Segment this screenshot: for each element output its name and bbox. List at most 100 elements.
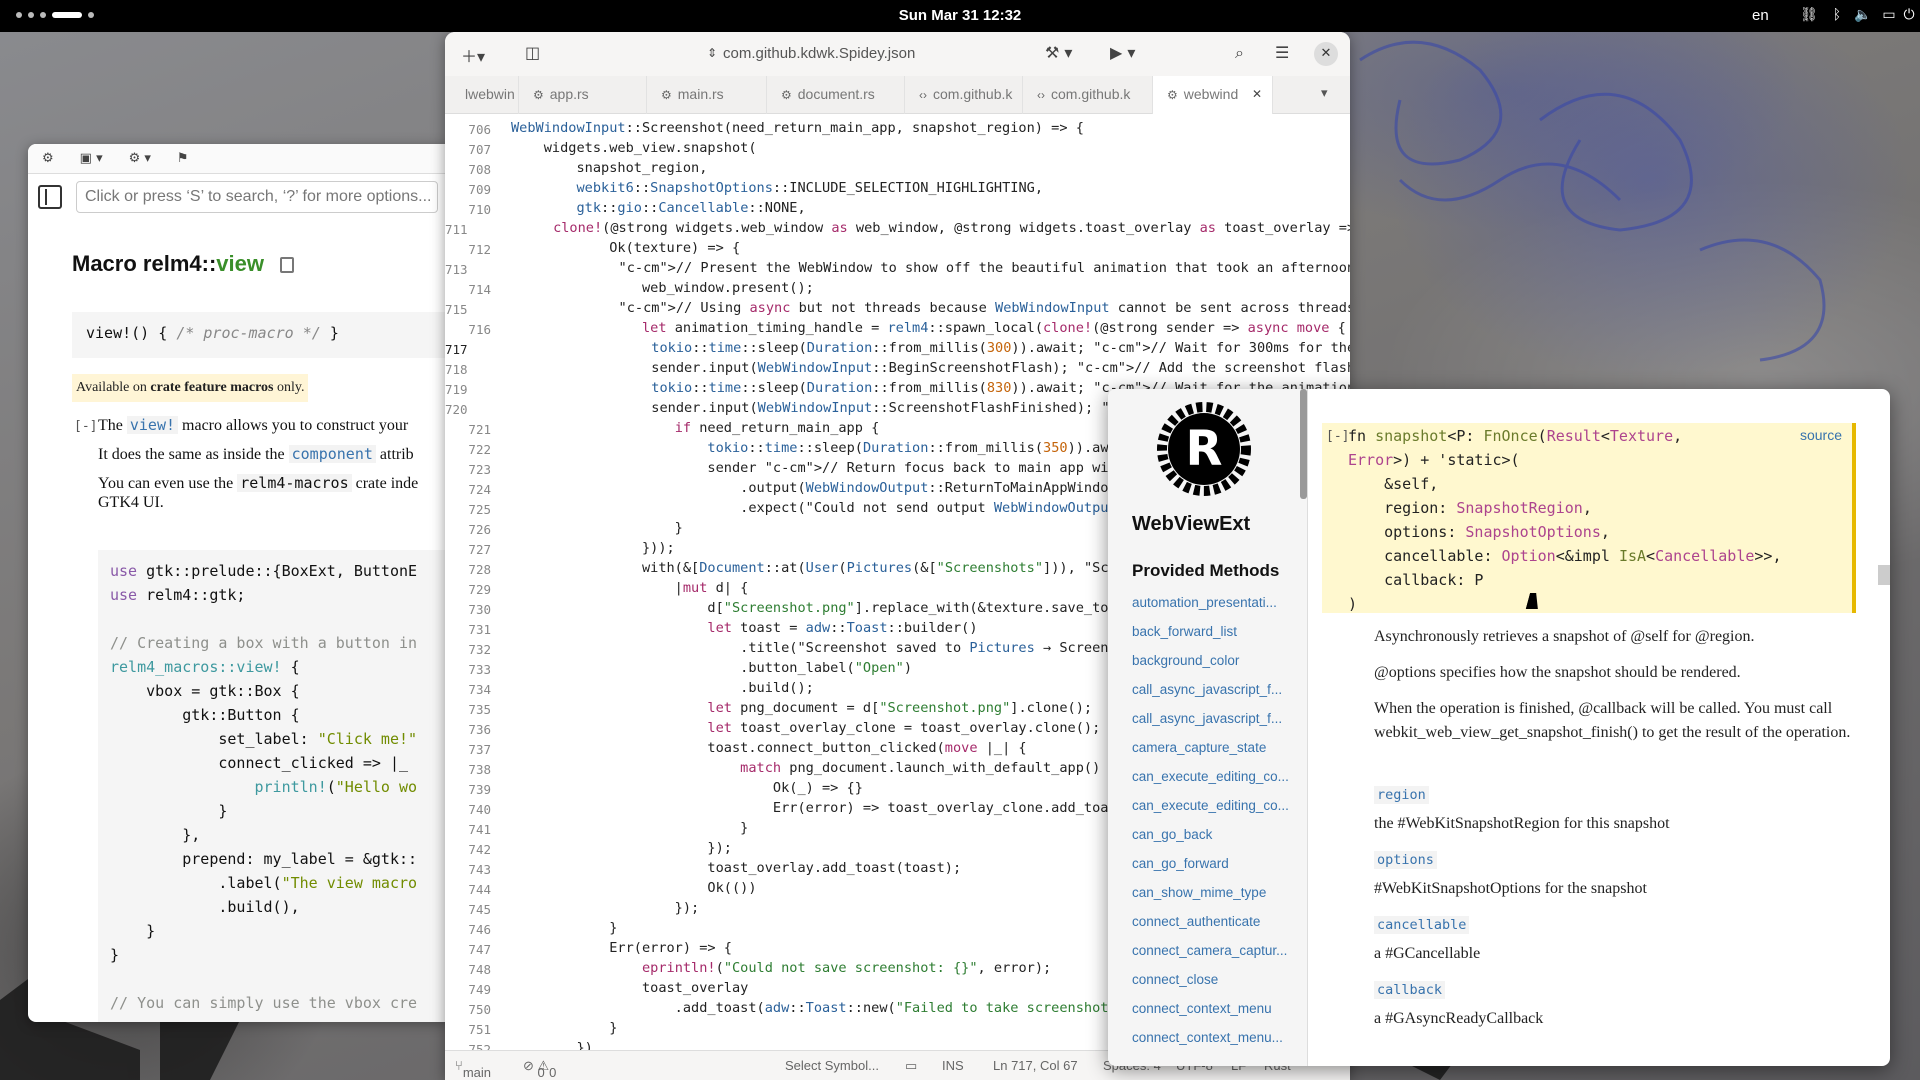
code-line[interactable]: 713 "c-cm">// Present the WebWindow to s… [445,260,1350,280]
tab-overflow-icon[interactable]: ▾ [1321,86,1328,101]
branch-indicator[interactable]: ⑂ main [455,1058,491,1080]
copy-path-icon[interactable] [279,257,294,274]
method-link[interactable]: connect_close [1132,972,1302,1001]
example-code-line: println!("Hello wo [254,778,418,796]
collapse-toggle[interactable]: [-] [1326,429,1349,444]
view-link[interactable]: view! [126,416,179,434]
clock[interactable]: Sun Mar 31 12:32 [0,7,1920,24]
code-line[interactable]: 714 web_window.present(); [445,280,1350,300]
method-link[interactable]: back_forward_list [1132,624,1302,653]
line-text: .button_label("Open") [511,660,913,676]
search-icon[interactable]: ⌕ [1235,43,1244,63]
settings-dropdown-icon[interactable]: ⚙ ▾ [129,151,151,166]
symbol-selector[interactable]: Select Symbol... [785,1058,879,1073]
method-link[interactable]: call_async_javascript_f... [1132,711,1302,740]
editor-headerbar: ＋▾ ◫ ⇕ com.github.kdwk.Spidey.json ⚒ ▾ ▶… [445,32,1350,76]
method-link[interactable]: can_go_back [1132,827,1302,856]
provided-methods-heading[interactable]: Provided Methods [1132,561,1279,581]
line-text: .add_toast(adw::Toast::new("Failed to ta… [511,1000,1142,1016]
keyboard-language[interactable]: en [1752,7,1769,24]
sidebar-toggle-icon[interactable] [38,185,62,209]
cursor-position[interactable]: Ln 717, Col 67 [993,1058,1078,1073]
new-tab-icon[interactable]: ＋▾ [461,43,485,67]
build-icon[interactable]: ⚒ ▾ [1045,43,1072,62]
search-input[interactable]: Click or press ‘S’ to search, ‘?’ for mo… [76,181,438,213]
tab-2[interactable]: ⚙ app.rs [519,76,647,114]
line-text: let toast = adw::Toast::builder() [707,620,978,636]
method-link[interactable]: can_go_forward [1132,856,1302,885]
tab-7[interactable]: ⚙ webwind ✕ [1153,76,1273,114]
line-text: tokio::time::sleep(Duration::from_millis… [707,440,1142,456]
tab-3[interactable]: ⚙ main.rs [647,76,767,114]
file-type-icon: ⚙ [533,88,544,102]
menu-icon[interactable]: ☰ [1275,43,1289,62]
signature-line: Error>) + 'static>( [1348,451,1520,469]
battery-icon[interactable]: ▭ [1880,6,1898,24]
flag-icon[interactable]: ⚑ [177,151,189,166]
method-link[interactable]: connect_context_menu [1132,1001,1302,1030]
method-link[interactable]: background_color [1132,653,1302,682]
method-link[interactable]: can_show_mime_type [1132,885,1302,914]
method-link[interactable]: call_async_javascript_f... [1132,682,1302,711]
line-text: } [511,1020,618,1036]
method-link[interactable]: can_execute_editing_co... [1132,769,1302,798]
bluetooth-icon[interactable]: ᛒ [1828,6,1846,24]
close-icon[interactable]: ✕ [1314,42,1338,66]
line-text: } [511,520,683,536]
code-line[interactable]: 715 "c-cm">// Using async but not thread… [445,300,1350,320]
signature-line: options: SnapshotOptions, [1348,523,1610,541]
source-link[interactable]: source [1800,427,1842,443]
code-line[interactable]: 706 WebWindowInput::Screenshot(need_retur… [445,120,1350,140]
trait-name[interactable]: WebViewExt [1132,513,1250,536]
collapse-toggle[interactable]: [-] [74,419,97,434]
line-text: })); [511,540,675,556]
file-type-icon: ‹› [919,88,927,102]
method-link[interactable]: connect_camera_captur... [1132,943,1302,972]
close-tab-icon[interactable]: ✕ [1252,87,1262,101]
power-icon[interactable]: ⏻ [1900,6,1918,24]
component-link[interactable]: component [288,445,376,463]
folder-icon[interactable]: ▭ [905,1058,917,1074]
line-number: 746 [468,922,491,937]
run-icon[interactable]: ▶ ▾ [1110,43,1135,62]
popover-scrollbar[interactable] [1878,565,1890,585]
file-switch-icon[interactable]: ⇕ [707,46,717,60]
tab-4[interactable]: ⚙ document.rs [767,76,905,114]
line-number: 721 [468,422,491,437]
diagnostics-indicator[interactable]: ⊘ 0 ⚠ 0 [523,1058,556,1080]
volume-icon[interactable]: 🔈 [1854,6,1872,24]
method-link[interactable]: connect_context_menu... [1132,1030,1302,1059]
param-description: #WebKitSnapshotOptions for the snapshot [1374,880,1647,897]
code-line[interactable]: 717 tokio::time::sleep(Duration::from_mi… [445,340,1350,360]
method-link[interactable]: can_execute_editing_co... [1132,798,1302,827]
insert-mode[interactable]: INS [942,1058,964,1073]
window-title[interactable]: com.github.kdwk.Spidey.json [723,45,915,62]
line-number: 727 [468,542,491,557]
tab-5[interactable]: ‹› com.github.k [905,76,1023,114]
code-line[interactable]: 716 let animation_timing_handle = relm4:… [445,320,1350,340]
tab-1[interactable]: lwebwin [445,76,519,114]
code-line[interactable]: 718 sender.input(WebWindowInput::BeginSc… [445,360,1350,380]
crate-icon[interactable]: ⚙ [42,151,54,166]
module-dropdown-icon[interactable]: ▣ ▾ [80,151,103,166]
line-text: |mut d| { [511,580,749,596]
method-link[interactable]: connect_authenticate [1132,914,1302,943]
signature-line: callback: P [1348,571,1484,589]
code-line[interactable]: 711 clone!(@strong widgets.web_window as… [445,220,1350,240]
tab-6[interactable]: ‹› com.github.k [1023,76,1153,114]
line-number: 713 [445,262,468,277]
network-icon[interactable]: ⛓ [1800,6,1818,24]
sidebar-toggle-icon[interactable]: ◫ [525,43,540,62]
code-line[interactable]: 709 webkit6::SnapshotOptions::INCLUDE_SE… [445,180,1350,200]
line-text: let toast_overlay_clone = toast_overlay.… [707,720,1101,736]
code-line[interactable]: 710 gtk::gio::Cancellable::NONE, [445,200,1350,220]
line-number: 737 [468,742,491,757]
method-link[interactable]: camera_capture_state [1132,740,1302,769]
code-line[interactable]: 707 widgets.web_view.snapshot( [445,140,1350,160]
method-link[interactable]: automation_presentati... [1132,595,1302,624]
sidebar-scrollbar[interactable] [1300,389,1307,499]
line-text: }) [511,1040,593,1050]
code-line[interactable]: 708 snapshot_region, [445,160,1350,180]
tab-label: document.rs [797,86,875,102]
code-line[interactable]: 712 Ok(texture) => { [445,240,1350,260]
